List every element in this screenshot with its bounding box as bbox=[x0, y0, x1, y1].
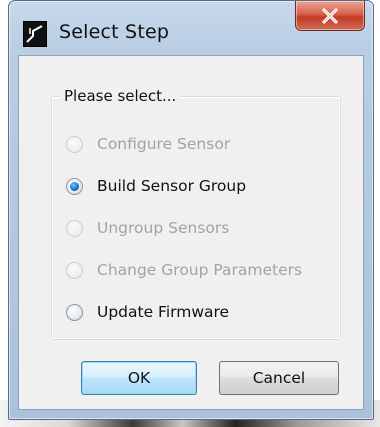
app-icon bbox=[23, 21, 47, 47]
close-icon bbox=[322, 7, 338, 24]
dialog-window: Select Step Please select... Configure S… bbox=[8, 0, 374, 420]
ok-button[interactable]: OK bbox=[81, 361, 197, 395]
window-title: Select Step bbox=[59, 21, 170, 43]
option-label: Configure Sensor bbox=[97, 135, 231, 153]
dialog-client-area: Please select... Configure Sensor Build … bbox=[18, 55, 364, 410]
option-configure-sensor: Configure Sensor bbox=[66, 132, 336, 156]
radio-change-group-parameters bbox=[66, 261, 83, 279]
option-change-group-parameters: Change Group Parameters bbox=[66, 258, 336, 282]
cancel-button[interactable]: Cancel bbox=[219, 361, 339, 395]
option-build-sensor-group[interactable]: Build Sensor Group bbox=[66, 174, 336, 198]
option-ungroup-sensors: Ungroup Sensors bbox=[66, 216, 336, 240]
radio-configure-sensor bbox=[66, 135, 83, 153]
radio-update-firmware[interactable] bbox=[66, 303, 83, 321]
option-label: Change Group Parameters bbox=[97, 261, 303, 279]
close-button[interactable] bbox=[295, 1, 365, 31]
option-label: Ungroup Sensors bbox=[97, 219, 230, 237]
option-label: Update Firmware bbox=[97, 303, 230, 321]
radio-build-sensor-group[interactable] bbox=[66, 177, 83, 195]
groupbox-legend: Please select... bbox=[60, 87, 181, 105]
option-update-firmware[interactable]: Update Firmware bbox=[66, 300, 336, 324]
radio-ungroup-sensors bbox=[66, 219, 83, 237]
option-groupbox: Please select... Configure Sensor Build … bbox=[51, 87, 341, 340]
option-label: Build Sensor Group bbox=[97, 177, 247, 195]
